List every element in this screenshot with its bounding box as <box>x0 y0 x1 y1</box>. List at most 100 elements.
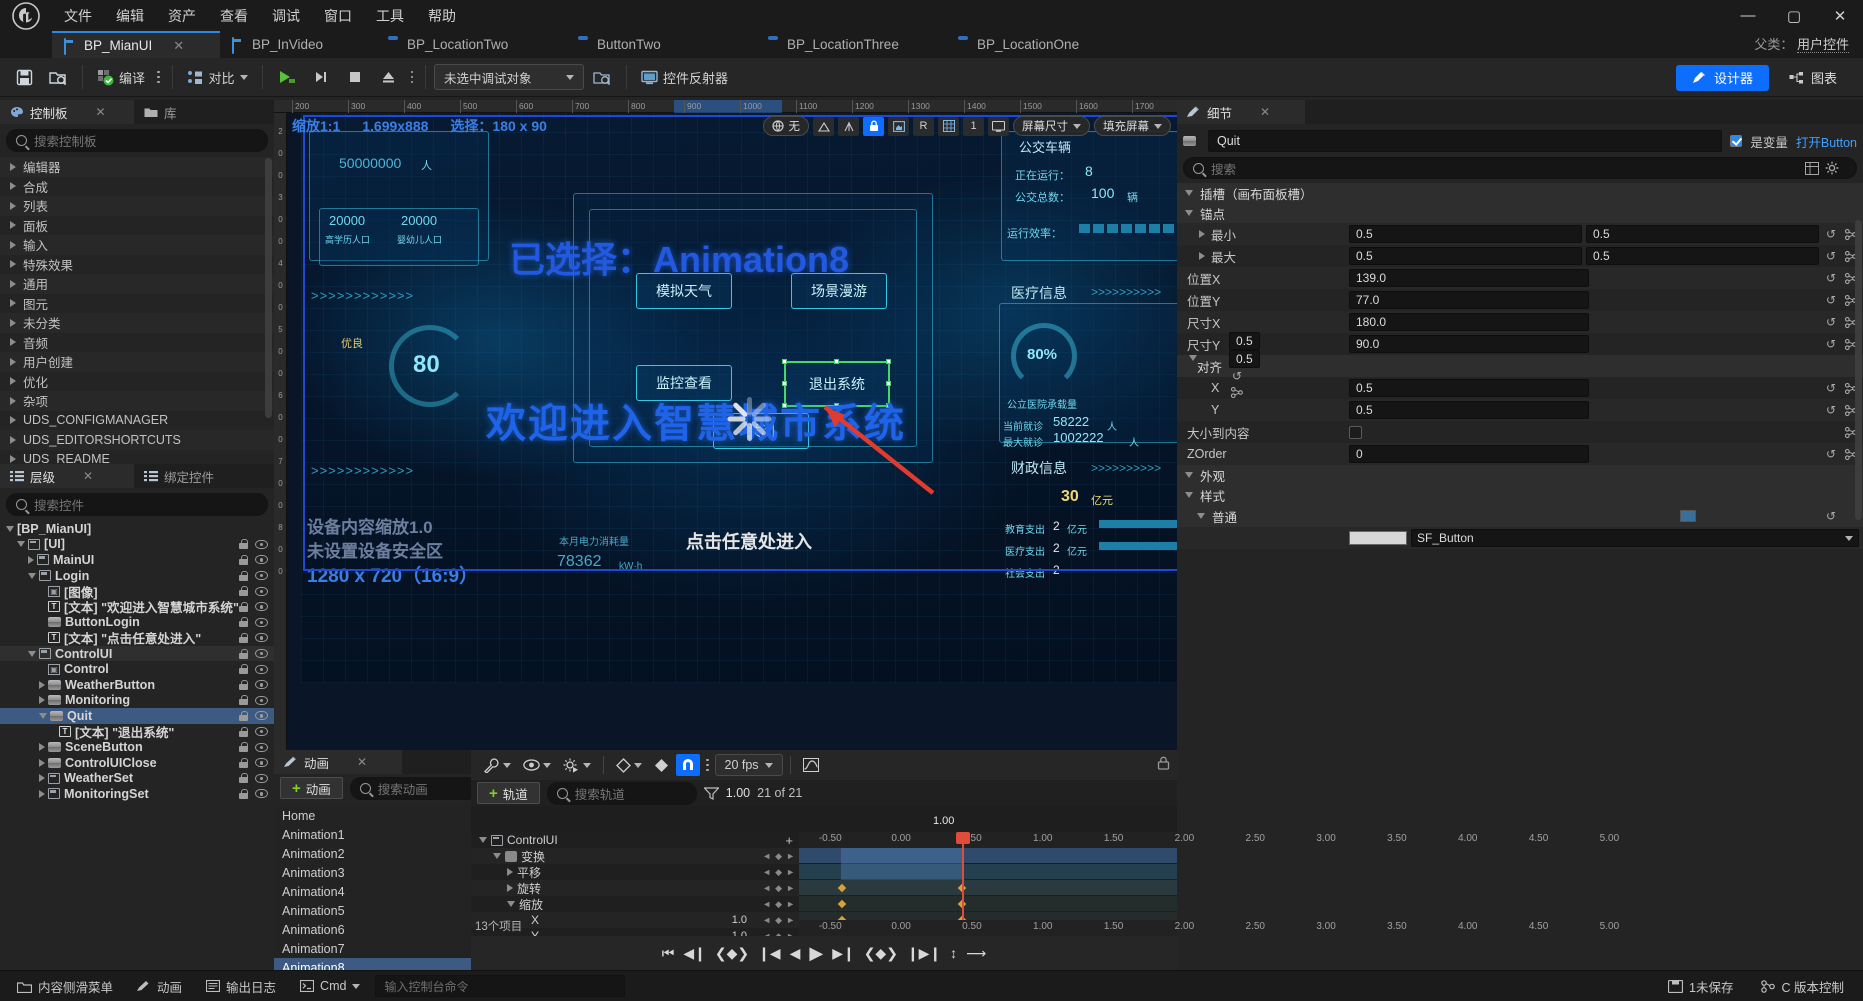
palette-category-13[interactable]: UDS_CONFIGMANAGER <box>0 411 274 431</box>
previous-key-icon[interactable]: ◄ <box>762 899 771 909</box>
eye-icon[interactable] <box>255 602 268 612</box>
eye-icon[interactable] <box>255 586 268 596</box>
add-track-to-object-button[interactable]: + <box>785 833 793 848</box>
palette-category-8[interactable]: 未分类 <box>0 313 274 333</box>
find-debug-object-button[interactable] <box>586 61 618 93</box>
tab-buttontwo[interactable]: ButtonTwo <box>565 31 755 58</box>
reset-to-default-button[interactable]: ↺ <box>1823 270 1839 286</box>
chevron-down-icon[interactable] <box>493 853 501 859</box>
grid-toggle-button[interactable] <box>938 116 959 136</box>
menu-file[interactable]: 文件 <box>52 2 104 30</box>
tab-palette[interactable]: 控制板 ✕ <box>0 100 134 124</box>
animation-item-6[interactable]: Animation6 <box>274 920 471 939</box>
track-row-2[interactable]: 平移 ◄ ◆ ► <box>471 864 799 880</box>
palette-category-10[interactable]: 用户创建 <box>0 352 274 372</box>
previous-key-icon[interactable]: ◄ <box>762 867 771 877</box>
menu-help[interactable]: 帮助 <box>416 2 468 30</box>
palette-category-4[interactable]: 输入 <box>0 235 274 255</box>
chevron-right-icon[interactable] <box>1199 252 1205 260</box>
lock-icon[interactable] <box>239 788 248 799</box>
property-value-y[interactable]: 0.5 <box>1586 247 1819 265</box>
jump-to-end-button[interactable]: ❙▶❙ <box>907 945 941 962</box>
property-value[interactable]: 90.0 <box>1349 335 1589 353</box>
lock-icon[interactable] <box>239 742 248 753</box>
eye-icon[interactable] <box>255 571 268 581</box>
compile-button[interactable]: 编译 <box>91 61 151 93</box>
menu-assets[interactable]: 资产 <box>156 2 208 30</box>
eye-icon[interactable] <box>255 758 268 768</box>
lock-aspect-button[interactable] <box>863 116 884 136</box>
window-controls[interactable]: — ▢ ✕ <box>1725 0 1863 31</box>
track-value[interactable]: 1.0 <box>732 914 747 926</box>
hierarchy-item-15[interactable]: ControlUIClose <box>0 755 274 771</box>
animation-item-7[interactable]: Animation7 <box>274 939 471 958</box>
tab-bound-widgets[interactable]: 绑定控件 <box>134 464 244 488</box>
reset-to-default-button[interactable]: ↺ <box>1823 508 1839 524</box>
eye-icon[interactable] <box>255 680 268 690</box>
normal-brush-swatch[interactable] <box>1680 510 1696 522</box>
eye-icon[interactable] <box>255 617 268 627</box>
animation-item-8[interactable]: Animation8 <box>274 958 471 970</box>
hierarchy-item-0[interactable]: [BP_MianUI] <box>0 521 274 537</box>
zoom-fit-button[interactable] <box>888 116 909 136</box>
designer-mode-button[interactable]: 设计器 <box>1675 64 1769 91</box>
timeline-ruler-bottom[interactable]: -0.50 0.00 0.50 1.00 1.50 2.00 2.50 3.00 3.50 4.0… <box>799 920 1619 936</box>
add-track-button[interactable]: + 轨道 <box>477 782 540 804</box>
eye-icon[interactable] <box>255 727 268 737</box>
key-interpolation-button[interactable] <box>611 754 647 776</box>
property-value-y[interactable]: 0.5 <box>1229 350 1260 368</box>
track-search-input[interactable]: 搜索轨道 <box>546 781 697 805</box>
add-key-icon[interactable]: ◆ <box>775 915 782 926</box>
revision-control-indicator[interactable]: C 版本控制 <box>1752 974 1853 998</box>
palette-category-11[interactable]: 优化 <box>0 372 274 392</box>
lock-icon[interactable] <box>239 710 248 721</box>
chevron-down-icon[interactable] <box>17 541 25 548</box>
console-command-input[interactable]: 输入控制台命令 <box>375 975 626 997</box>
loop-button[interactable]: ↕ <box>950 945 957 961</box>
step-back-button[interactable]: ◀❙ <box>683 945 706 962</box>
menu-view[interactable]: 查看 <box>208 2 260 30</box>
snap-options-icon[interactable] <box>702 758 713 772</box>
eye-icon[interactable] <box>255 649 268 659</box>
reset-to-default-button[interactable]: ↺ <box>1823 380 1839 396</box>
eye-icon[interactable] <box>255 742 268 752</box>
widget-reflector-button[interactable]: 控件反射器 <box>635 61 734 93</box>
animation-item-2[interactable]: Animation2 <box>274 844 471 863</box>
next-key-icon[interactable]: ► <box>786 915 795 925</box>
is-variable-checkbox[interactable] <box>1730 135 1743 147</box>
object-name-input[interactable]: Quit <box>1208 130 1723 152</box>
reset-to-default-button[interactable]: ↺ <box>1823 446 1839 462</box>
animation-item-3[interactable]: Animation3 <box>274 863 471 882</box>
chevron-down-icon[interactable] <box>28 572 36 579</box>
reset-to-default-button[interactable]: ↺ <box>1823 226 1839 242</box>
chevron-down-icon[interactable] <box>507 901 515 907</box>
chevron-down-icon[interactable] <box>6 525 14 532</box>
hierarchy-item-16[interactable]: WeatherSet <box>0 771 274 787</box>
close-button[interactable]: ✕ <box>1817 0 1863 31</box>
details-view-options-icon[interactable] <box>1805 161 1819 175</box>
property-value[interactable]: 0 <box>1349 445 1589 463</box>
eye-icon[interactable] <box>255 539 268 549</box>
chevron-right-icon[interactable] <box>39 696 45 705</box>
unsaved-indicator[interactable]: 1未保存 <box>1659 974 1742 998</box>
eye-icon[interactable] <box>255 633 268 643</box>
eye-icon[interactable] <box>255 695 268 705</box>
menu-edit[interactable]: 编辑 <box>104 2 156 30</box>
palette-category-0[interactable]: 编辑器 <box>0 157 274 177</box>
reset-to-default-button[interactable]: ↺ <box>1823 248 1839 264</box>
property-value[interactable]: 77.0 <box>1349 291 1589 309</box>
track-row-1[interactable]: 变换 ◄ ◆ ► <box>471 848 799 864</box>
sequencer-actions-button[interactable] <box>558 754 596 776</box>
chevron-right-icon[interactable] <box>39 789 45 798</box>
filter-icon[interactable] <box>703 786 719 800</box>
play-button[interactable]: ▶ <box>809 943 823 964</box>
next-key-button[interactable]: ❮◆❯ <box>864 945 898 962</box>
reset-to-default-button[interactable]: ↺ <box>1823 314 1839 330</box>
lock-icon[interactable] <box>239 554 248 565</box>
animation-item-0[interactable]: Home <box>274 806 471 825</box>
designer-viewport[interactable]: 200 300 400 500 600 700 800 900 1000 1100 1200 1300… <box>274 100 1177 781</box>
lock-icon[interactable] <box>239 601 248 612</box>
fps-dropdown[interactable]: 20 fps <box>714 754 783 776</box>
palette-category-2[interactable]: 列表 <box>0 196 274 216</box>
eye-icon[interactable] <box>255 664 268 674</box>
